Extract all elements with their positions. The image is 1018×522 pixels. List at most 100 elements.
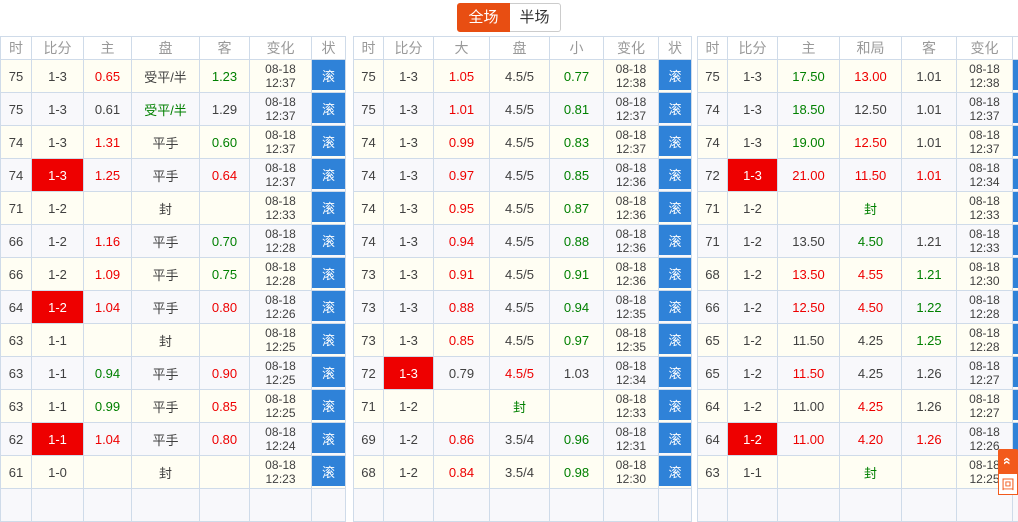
roll-live-button[interactable]: 滚 xyxy=(659,159,691,189)
roll-live-button[interactable]: 滚 xyxy=(659,423,691,453)
change-clock: 12:30 xyxy=(604,472,658,486)
change-time-cell: 08-1812:25 xyxy=(250,390,312,423)
change-time-cell: 08-1812:28 xyxy=(957,291,1013,324)
header-row: 时比分大盘小变化状 xyxy=(354,37,692,60)
change-date: 08-18 xyxy=(250,359,311,373)
empty-cell xyxy=(32,489,84,522)
score-cell: 1-3 xyxy=(384,192,434,225)
back-button[interactable]: 回 xyxy=(998,473,1018,495)
column-header: 主 xyxy=(84,37,132,60)
score-cell: 1-1 xyxy=(32,390,84,423)
roll-live-button[interactable]: 滚 xyxy=(1013,192,1018,222)
roll-live-button[interactable]: 滚 xyxy=(1013,324,1018,354)
roll-live-button[interactable]: 滚 xyxy=(312,225,345,255)
column-header: 比分 xyxy=(32,37,84,60)
tab-full-match[interactable]: 全场 xyxy=(457,3,509,32)
status-cell: 滚 xyxy=(1013,192,1018,225)
back-to-top-widget: « 回 xyxy=(998,449,1018,495)
minute-cell: 74 xyxy=(354,192,384,225)
table-row: 731-30.884.5/50.9408-1812:35滚 xyxy=(354,291,692,324)
status-cell: 滚 xyxy=(312,60,346,93)
roll-live-button[interactable]: 滚 xyxy=(312,159,345,189)
tab-half-match[interactable]: 半场 xyxy=(510,3,561,32)
roll-live-button[interactable]: 滚 xyxy=(659,258,691,288)
roll-live-button[interactable]: 滚 xyxy=(1013,159,1018,189)
line-cell: 12.50 xyxy=(840,126,902,159)
roll-live-button[interactable]: 滚 xyxy=(1013,225,1018,255)
roll-live-button[interactable]: 滚 xyxy=(659,126,691,156)
change-time-cell: 08-1812:36 xyxy=(604,159,659,192)
empty-cell xyxy=(902,489,957,522)
change-clock: 12:36 xyxy=(604,241,658,255)
roll-live-button[interactable]: 滚 xyxy=(659,93,691,123)
status-cell: 滚 xyxy=(659,258,692,291)
roll-live-button[interactable]: 滚 xyxy=(312,93,345,123)
line-cell: 平手 xyxy=(132,126,200,159)
header-row: 时比分主和局客变化状 xyxy=(698,37,1018,60)
change-date: 08-18 xyxy=(250,260,311,274)
change-date: 08-18 xyxy=(604,326,658,340)
change-clock: 12:33 xyxy=(957,208,1012,222)
score-cell: 1-3 xyxy=(384,126,434,159)
roll-live-button[interactable]: 滚 xyxy=(659,192,691,222)
odds-cell-1: 13.50 xyxy=(778,225,840,258)
odds-cell-1: 0.85 xyxy=(434,324,490,357)
change-time-cell: 08-1812:37 xyxy=(250,126,312,159)
line-cell: 4.25 xyxy=(840,357,902,390)
roll-live-button[interactable]: 滚 xyxy=(312,390,345,420)
roll-live-button[interactable]: 滚 xyxy=(659,60,691,90)
roll-live-button[interactable]: 滚 xyxy=(312,423,345,453)
roll-live-button[interactable]: 滚 xyxy=(1013,258,1018,288)
line-cell: 4.50 xyxy=(840,225,902,258)
roll-live-button[interactable]: 滚 xyxy=(312,357,345,387)
roll-live-button[interactable]: 滚 xyxy=(312,126,345,156)
minute-cell: 75 xyxy=(1,93,32,126)
change-clock: 12:31 xyxy=(604,439,658,453)
roll-live-button[interactable]: 滚 xyxy=(1013,126,1018,156)
roll-live-button[interactable]: 滚 xyxy=(312,60,345,90)
change-time-cell: 08-1812:38 xyxy=(604,60,659,93)
column-header: 状 xyxy=(1013,37,1018,60)
line-cell: 4.5/5 xyxy=(490,324,550,357)
roll-live-button[interactable]: 滚 xyxy=(1013,60,1018,90)
change-date: 08-18 xyxy=(604,62,658,76)
roll-live-button[interactable]: 滚 xyxy=(1013,93,1018,123)
change-date: 08-18 xyxy=(957,227,1012,241)
roll-live-button[interactable]: 滚 xyxy=(312,324,345,354)
empty-cell xyxy=(250,489,312,522)
line-cell: 平手 xyxy=(132,225,200,258)
minute-cell: 74 xyxy=(354,126,384,159)
line-cell: 封 xyxy=(840,456,902,489)
roll-live-button[interactable]: 滚 xyxy=(659,456,691,486)
roll-live-button[interactable]: 滚 xyxy=(659,225,691,255)
scroll-top-button[interactable]: « xyxy=(998,449,1018,473)
odds-cell-1: 1.25 xyxy=(84,159,132,192)
roll-live-button[interactable]: 滚 xyxy=(312,291,345,321)
roll-live-button[interactable]: 滚 xyxy=(659,291,691,321)
roll-live-button[interactable]: 滚 xyxy=(659,324,691,354)
roll-live-button[interactable]: 滚 xyxy=(312,456,345,486)
odds-cell-2: 0.91 xyxy=(550,258,604,291)
line-cell: 4.55 xyxy=(840,258,902,291)
odds-cell-2: 1.23 xyxy=(200,60,250,93)
column-header: 时 xyxy=(354,37,384,60)
odds-cell-2: 1.03 xyxy=(550,357,604,390)
odds-cell-2: 0.90 xyxy=(200,357,250,390)
change-date: 08-18 xyxy=(604,161,658,175)
minute-cell: 65 xyxy=(698,357,728,390)
column-header: 盘 xyxy=(490,37,550,60)
table-row: 741-30.944.5/50.8808-1812:36滚 xyxy=(354,225,692,258)
column-header: 状 xyxy=(312,37,346,60)
roll-live-button[interactable]: 滚 xyxy=(1013,390,1018,420)
change-time-cell: 08-1812:23 xyxy=(250,456,312,489)
roll-live-button[interactable]: 滚 xyxy=(659,390,691,420)
roll-live-button[interactable]: 滚 xyxy=(659,357,691,387)
change-date: 08-18 xyxy=(957,62,1012,76)
odds-cell-1 xyxy=(84,192,132,225)
roll-live-button[interactable]: 滚 xyxy=(312,192,345,222)
change-date: 08-18 xyxy=(957,392,1012,406)
roll-live-button[interactable]: 滚 xyxy=(1013,357,1018,387)
roll-live-button[interactable]: 滚 xyxy=(1013,291,1018,321)
roll-live-button[interactable]: 滚 xyxy=(312,258,345,288)
change-time-cell: 08-1812:38 xyxy=(957,60,1013,93)
